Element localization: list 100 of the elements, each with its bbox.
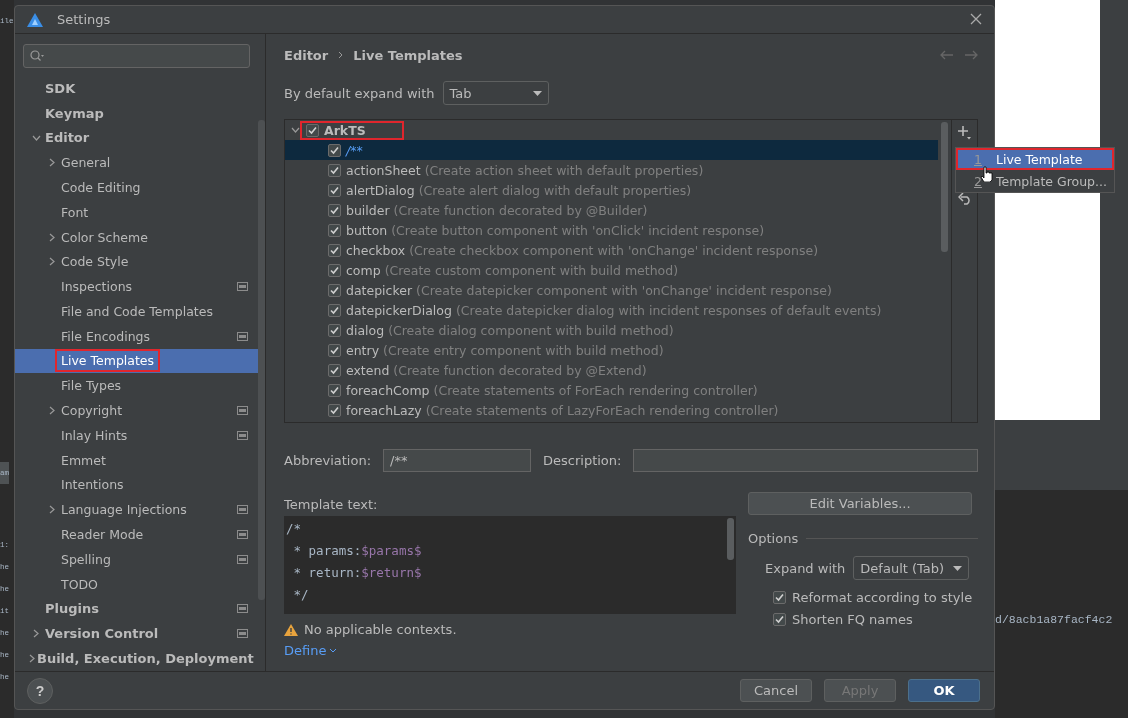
sidebar-item[interactable]: File Types <box>15 373 258 399</box>
description-field[interactable] <box>633 449 978 472</box>
help-button[interactable]: ? <box>27 677 53 704</box>
template-row[interactable]: datepickerDialog (Create datepicker dialog with incident responses of default events) <box>285 300 938 320</box>
checkbox[interactable] <box>328 343 341 357</box>
sidebar-item[interactable]: Inlay Hints <box>15 423 258 448</box>
sidebar-item[interactable]: Inspections <box>15 274 258 299</box>
checkbox[interactable] <box>773 612 786 626</box>
sidebar-item[interactable]: Code Editing <box>15 175 258 200</box>
define-link[interactable]: Define <box>284 643 338 658</box>
template-row[interactable]: builder (Create function decorated by @Builder) <box>285 200 938 220</box>
chevron-right-icon <box>338 51 344 59</box>
template-description: (Create alert dialog with default properties) <box>418 182 692 198</box>
checkbox[interactable] <box>328 363 341 377</box>
sidebar-item[interactable]: Live Templates <box>15 348 258 374</box>
sidebar-item[interactable]: Plugins <box>15 596 258 622</box>
template-row[interactable]: /** <box>285 140 938 160</box>
search-icon <box>30 49 45 62</box>
checkbox[interactable] <box>773 590 786 604</box>
checkbox[interactable] <box>328 323 341 337</box>
checkbox[interactable] <box>306 123 319 137</box>
template-row[interactable]: entry (Create entry component with build method) <box>285 340 938 360</box>
scrollbar[interactable] <box>941 122 948 252</box>
template-text-editor[interactable]: /* * params:$params$ * return:$return$ */ <box>284 516 736 614</box>
expand-with-dropdown[interactable]: Default (Tab) <box>853 556 970 580</box>
checkbox[interactable] <box>328 263 341 277</box>
chevron-right-icon[interactable] <box>49 232 55 242</box>
add-icon[interactable] <box>957 126 972 140</box>
sidebar-item[interactable]: SDK <box>15 75 258 101</box>
template-row[interactable]: foreachComp (Create statements of ForEach rendering controller) <box>285 380 938 400</box>
template-row[interactable]: datepicker (Create datepicker component with 'onChange' incident response) <box>285 280 938 300</box>
checkbox[interactable] <box>328 163 341 177</box>
sidebar-item[interactable]: TODO <box>15 571 258 597</box>
checkbox[interactable] <box>328 403 341 417</box>
checkbox[interactable] <box>328 243 341 257</box>
template-row[interactable]: comp (Create custom component with build method) <box>285 260 938 280</box>
sidebar-item[interactable]: Spelling <box>15 546 258 572</box>
sidebar-item[interactable]: Copyright <box>15 398 258 423</box>
template-description: (Create function decorated by @Builder) <box>393 202 648 218</box>
checkbox-label[interactable]: Shorten FQ names <box>792 611 913 627</box>
checkbox[interactable] <box>328 383 341 397</box>
sidebar-item[interactable]: Reader Mode <box>15 522 258 547</box>
checkbox[interactable] <box>328 283 341 297</box>
checkbox[interactable] <box>328 183 341 197</box>
dialog-button[interactable]: Cancel <box>740 679 812 702</box>
code-line: * params:$params$ <box>292 542 423 560</box>
checkbox[interactable] <box>328 223 341 237</box>
checkbox-label[interactable]: Reformat according to style <box>792 589 973 605</box>
template-row[interactable]: extend (Create function decorated by @Extend) <box>285 360 938 380</box>
template-abbreviation: entry <box>346 342 380 358</box>
template-row[interactable]: dialog (Create dialog component with build method) <box>285 320 938 340</box>
sidebar-item-label: Code Editing <box>60 178 142 197</box>
scrollbar[interactable] <box>727 518 734 560</box>
template-abbreviation: checkbox <box>346 242 406 258</box>
chevron-right-icon[interactable] <box>33 629 39 639</box>
sidebar-item[interactable]: Code Style <box>15 249 258 275</box>
template-row[interactable]: alertDialog (Create alert dialog with default properties) <box>285 180 938 200</box>
code-line: */ <box>292 586 310 604</box>
template-abbreviation: button <box>346 222 388 238</box>
sidebar-item[interactable]: Font <box>15 199 258 225</box>
sidebar-item[interactable]: General <box>15 150 258 175</box>
chevron-right-icon[interactable] <box>49 505 55 515</box>
close-button[interactable] <box>970 12 984 27</box>
template-description: (Create custom component with build method) <box>384 262 679 278</box>
template-description: (Create datepicker dialog with incident responses of default events) <box>455 302 882 318</box>
expand-key-dropdown[interactable]: Tab <box>442 81 549 105</box>
chevron-right-icon[interactable] <box>49 158 55 168</box>
primary-button[interactable]: OK <box>908 679 980 702</box>
sidebar-item[interactable]: Build, Execution, Deployment <box>15 646 258 671</box>
chevron-right-icon[interactable] <box>49 257 55 267</box>
sidebar-item[interactable]: Language Injections <box>15 497 258 523</box>
checkbox[interactable] <box>328 143 341 157</box>
menu-item[interactable]: 1 Live Template <box>956 148 1114 170</box>
breadcrumb-item[interactable]: Editor <box>284 47 329 63</box>
undo-icon[interactable] <box>957 192 972 205</box>
template-row[interactable]: actionSheet (Create action sheet with default properties) <box>285 160 938 180</box>
menu-item[interactable]: 2 Template Group... <box>956 170 1114 192</box>
sidebar-item[interactable]: File Encodings <box>15 323 258 349</box>
checkbox[interactable] <box>328 303 341 317</box>
sidebar-item[interactable]: Color Scheme <box>15 224 258 250</box>
sidebar-item[interactable]: Keymap <box>15 100 258 126</box>
template-row[interactable]: foreachLazy (Create statements of LazyForEach rendering controller) <box>285 400 938 420</box>
sidebar-item[interactable]: Intentions <box>15 472 258 498</box>
checkbox[interactable] <box>328 203 341 217</box>
chevron-right-icon[interactable] <box>29 654 35 664</box>
template-row[interactable]: checkbox (Create checkbox component with 'onChange' incident response) <box>285 240 938 260</box>
sidebar-item[interactable]: Version Control <box>15 621 258 647</box>
abbreviation-field[interactable]: /** <box>383 449 531 472</box>
search-field[interactable] <box>23 44 250 68</box>
sidebar-item[interactable]: Emmet <box>15 447 258 473</box>
chevron-down-icon[interactable] <box>291 127 300 133</box>
chevron-down-icon[interactable] <box>31 134 41 141</box>
sidebar-item-label: Intentions <box>60 476 125 495</box>
edit-variables-button[interactable]: Edit Variables... <box>748 492 972 515</box>
scrollbar[interactable] <box>258 120 265 600</box>
sidebar-item-label: Version Control <box>44 625 160 644</box>
template-row[interactable]: button (Create button component with 'onClick' incident response) <box>285 220 938 240</box>
sidebar-item[interactable]: File and Code Templates <box>15 299 258 324</box>
sidebar-item[interactable]: Editor <box>15 125 258 151</box>
chevron-right-icon[interactable] <box>49 406 55 416</box>
